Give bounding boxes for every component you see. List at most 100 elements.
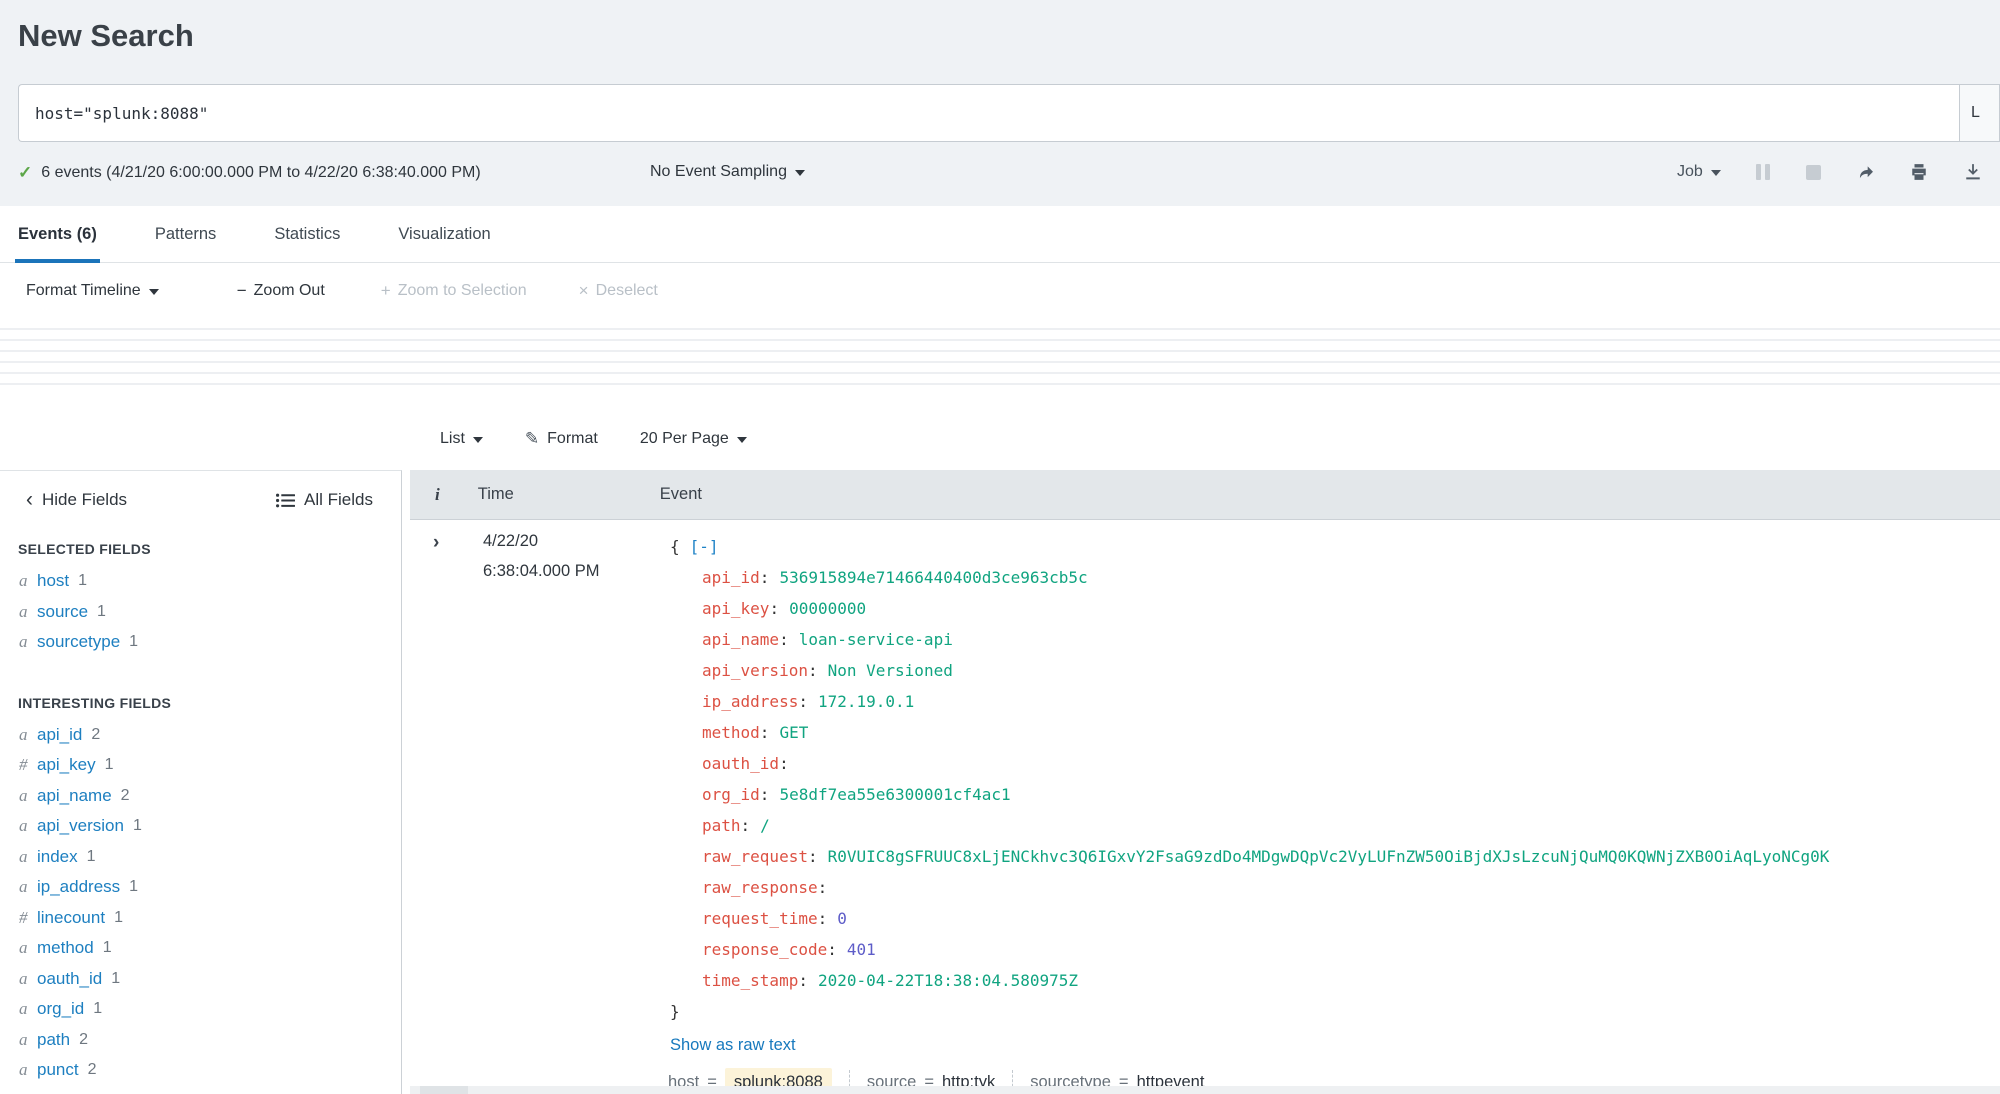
event-date: 4/22/20 xyxy=(483,532,539,550)
field-name: linecount xyxy=(37,907,106,927)
tab-patterns[interactable]: Patterns xyxy=(155,206,216,262)
job-controls: Job xyxy=(1677,158,1982,186)
zoom-to-selection-label: Zoom to Selection xyxy=(397,282,527,299)
interesting-fields-list: a api_id 2 # api_key 1 a api_name 2 a ap… xyxy=(0,720,401,1086)
json-field-row: ip_address: 172.19.0.1 xyxy=(670,686,1829,717)
field-type-glyph: a xyxy=(19,785,28,805)
json-value: 172.19.0.1 xyxy=(817,692,915,711)
tab-visualization[interactable]: Visualization xyxy=(398,206,490,262)
field-count: 2 xyxy=(91,725,101,743)
tab-events[interactable]: Events (6) xyxy=(15,206,100,263)
export-button[interactable] xyxy=(1964,163,1982,181)
field-item-punct[interactable]: a punct 2 xyxy=(0,1055,401,1086)
colon: : xyxy=(807,847,818,866)
field-name: sourcetype xyxy=(37,632,121,652)
check-icon: ✓ xyxy=(18,163,33,182)
pause-button[interactable] xyxy=(1756,164,1771,180)
json-value: Non Versioned xyxy=(827,661,953,680)
field-name: oauth_id xyxy=(37,968,103,988)
show-as-raw-text-link[interactable]: Show as raw text xyxy=(670,1036,796,1055)
field-count: 1 xyxy=(132,817,142,835)
field-item-oauth_id[interactable]: a oauth_id 1 xyxy=(0,964,401,995)
json-field-row: api_name: loan-service-api xyxy=(670,624,1829,655)
field-item-linecount[interactable]: # linecount 1 xyxy=(0,903,401,934)
field-item-api_id[interactable]: a api_id 2 xyxy=(0,720,401,751)
info-column-header: i xyxy=(435,484,440,504)
chevron-down-icon xyxy=(794,170,805,176)
time-range-label: L xyxy=(1971,104,1980,121)
x-icon: × xyxy=(578,281,589,300)
events-table-header: i Time Event xyxy=(410,470,2000,520)
json-field-row: method: GET xyxy=(670,717,1829,748)
json-close-line: } xyxy=(670,996,1829,1027)
time-range-picker-button[interactable]: L xyxy=(1959,84,2000,142)
json-key: raw_request xyxy=(702,847,808,866)
share-button[interactable] xyxy=(1857,163,1875,181)
event-time-cell: 4/22/20 6:38:04.000 PM xyxy=(483,526,600,586)
json-value: R0VUIC8gSFRUUC8xLjENCkhvc3Q6IGxvY2FsaG9z… xyxy=(827,847,1830,866)
field-item-org_id[interactable]: a org_id 1 xyxy=(0,994,401,1025)
field-count: 2 xyxy=(87,1061,97,1079)
json-field-row: request_time: 0 xyxy=(670,903,1829,934)
field-item-path[interactable]: a path 2 xyxy=(0,1025,401,1056)
colon: : xyxy=(779,754,789,773)
hide-fields-button[interactable]: ‹ Hide Fields xyxy=(26,489,127,510)
json-open-line: { [-] xyxy=(670,531,1829,562)
zoom-to-selection-button[interactable]: + Zoom to Selection xyxy=(381,281,527,301)
event-sampling-label: No Event Sampling xyxy=(650,163,787,180)
field-count: 1 xyxy=(78,572,88,590)
field-item-ip_address[interactable]: a ip_address 1 xyxy=(0,872,401,903)
field-item-api_key[interactable]: # api_key 1 xyxy=(0,750,401,781)
plus-icon: + xyxy=(380,281,391,300)
json-value: / xyxy=(760,816,770,835)
chevron-down-icon xyxy=(148,289,159,295)
events-timeline-chart[interactable] xyxy=(0,328,2000,386)
json-field-row: raw_request: R0VUIC8gSFRUUC8xLjENCkhvc3Q6… xyxy=(670,841,1829,872)
close-brace: } xyxy=(670,1002,680,1021)
expand-event-arrow[interactable]: › xyxy=(433,533,439,552)
event-column-header: Event xyxy=(659,485,702,503)
deselect-button[interactable]: × Deselect xyxy=(579,281,658,301)
colon: : xyxy=(759,723,770,742)
format-results-button[interactable]: ✎ Format xyxy=(525,429,598,449)
field-item-method[interactable]: a method 1 xyxy=(0,933,401,964)
field-item-source[interactable]: a source 1 xyxy=(0,597,401,628)
job-label: Job xyxy=(1677,163,1703,180)
field-name: source xyxy=(37,601,89,621)
json-value: 0 xyxy=(837,909,847,928)
field-item-sourcetype[interactable]: a sourcetype 1 xyxy=(0,627,401,658)
selected-fields-list: a host 1 a source 1 a sourcetype 1 xyxy=(0,566,401,658)
field-type-glyph: a xyxy=(19,877,28,897)
field-count: 1 xyxy=(129,633,139,651)
format-timeline-dropdown[interactable]: Format Timeline xyxy=(26,282,159,300)
search-input[interactable] xyxy=(18,84,1959,142)
field-name: api_key xyxy=(37,755,96,775)
field-type-glyph: # xyxy=(19,755,28,775)
tab-statistics[interactable]: Statistics xyxy=(274,206,340,262)
field-item-api_version[interactable]: a api_version 1 xyxy=(0,811,401,842)
fields-sidebar-header: ‹ Hide Fields All Fields xyxy=(0,471,401,510)
tab-visualization-label: Visualization xyxy=(398,224,491,243)
event-sampling-dropdown[interactable]: No Event Sampling xyxy=(650,163,805,181)
field-item-host[interactable]: a host 1 xyxy=(0,566,401,597)
all-fields-button[interactable]: All Fields xyxy=(276,490,373,510)
colon: : xyxy=(817,878,828,897)
field-count: 1 xyxy=(129,878,139,896)
collapse-json-toggle[interactable]: [-] xyxy=(690,537,719,556)
per-page-dropdown[interactable]: 20 Per Page xyxy=(640,430,747,448)
field-name: ip_address xyxy=(37,877,121,897)
field-item-api_name[interactable]: a api_name 2 xyxy=(0,781,401,812)
job-dropdown[interactable]: Job xyxy=(1677,163,1721,181)
field-type-glyph: a xyxy=(19,938,28,958)
open-brace: { xyxy=(670,537,680,556)
json-key: api_id xyxy=(702,568,760,587)
json-key: oauth_id xyxy=(702,754,780,773)
list-view-dropdown[interactable]: List xyxy=(440,430,483,448)
json-key: api_key xyxy=(702,599,770,618)
field-item-index[interactable]: a index 1 xyxy=(0,842,401,873)
stop-button[interactable] xyxy=(1806,164,1822,180)
field-type-glyph: a xyxy=(19,601,28,621)
zoom-out-button[interactable]: − Zoom Out xyxy=(237,281,325,301)
field-type-glyph: a xyxy=(19,1029,28,1049)
print-button[interactable] xyxy=(1910,163,1928,181)
